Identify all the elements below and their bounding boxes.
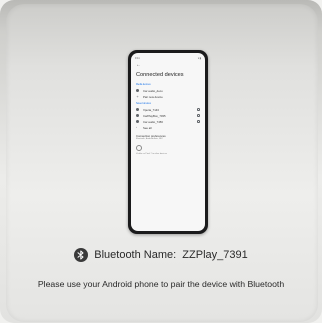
display-frame: 9:41 ▾ ▮ ← Connected devices Media devic…: [0, 0, 322, 323]
gear-icon: [197, 108, 200, 111]
see-all-row: › See all: [136, 125, 200, 130]
back-arrow-icon: ←: [136, 62, 141, 68]
section-saved-devices: Saved devices: [136, 103, 151, 105]
media-device-row: Car audio_deco: [136, 88, 200, 93]
bluetooth-device-icon: [136, 108, 139, 111]
media-device-label: Car audio_deco: [143, 88, 163, 93]
info-icon: [136, 145, 142, 151]
saved-device-label: CarPlayBox_7035: [143, 113, 166, 118]
bluetooth-glyph: [77, 250, 84, 260]
bluetooth-device-icon: [136, 114, 139, 117]
saved-device-row: CarPlayBox_7035: [136, 113, 200, 118]
phone-status-bar: 9:41 ▾ ▮: [135, 56, 201, 60]
status-time: 9:41: [135, 56, 140, 60]
bluetooth-name-line: Bluetooth Name: ZZPlay_7391: [0, 244, 322, 266]
saved-device-label: Car audio_7456: [143, 119, 163, 124]
pair-new-device-row: + Pair new device: [136, 94, 200, 99]
saved-device-row: Xperia_7143: [136, 107, 200, 112]
phone-screen: 9:41 ▾ ▮ ← Connected devices Media devic…: [131, 53, 205, 231]
chevron-right-icon: ›: [136, 125, 137, 129]
bluetooth-device-icon: [136, 120, 139, 123]
bluetooth-device-icon: [136, 89, 139, 92]
section-media-devices: Media devices: [136, 84, 151, 86]
pairing-instruction: Please use your Android phone to pair th…: [37, 279, 285, 289]
plus-icon: +: [136, 94, 139, 99]
footer-note: Visible as Pixel 7 to other devices: [136, 153, 167, 155]
gear-icon: [197, 114, 200, 117]
saved-device-label: Xperia_7143: [143, 107, 159, 112]
prefs-subtitle: Bluetooth, Android Auto, NFC: [136, 138, 164, 140]
bluetooth-icon: [74, 248, 89, 262]
prefs-title: Connection preferences: [136, 133, 166, 138]
phone-illustration: 9:41 ▾ ▮ ← Connected devices Media devic…: [128, 50, 208, 234]
see-all-label: See all: [143, 125, 152, 130]
pair-new-label: Pair new device: [143, 94, 163, 99]
bluetooth-name-label: Bluetooth Name: ZZPlay_7391: [94, 249, 248, 261]
phone-screen-title: Connected devices: [136, 72, 184, 78]
gear-icon: [197, 120, 200, 123]
saved-device-row: Car audio_7456: [136, 119, 200, 124]
status-icons: ▾ ▮: [197, 56, 201, 60]
